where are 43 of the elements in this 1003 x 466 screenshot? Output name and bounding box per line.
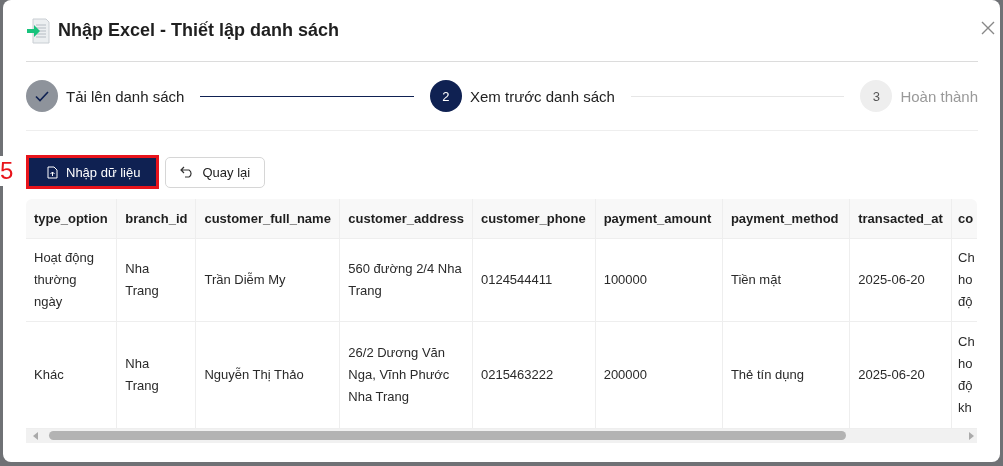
column-header: customer_address: [339, 199, 473, 238]
back-button[interactable]: Quay lại: [165, 156, 266, 188]
check-icon: [35, 90, 49, 102]
table-cell: 26/2 Dương Văn Nga, Vĩnh Phước Nha Trang: [339, 321, 473, 428]
file-upload-icon: [47, 165, 58, 179]
table-cell: Tiền mặt: [722, 238, 850, 321]
close-icon[interactable]: [980, 19, 996, 36]
table-cell: 2025-06-20: [849, 321, 952, 428]
column-header: payment_method: [722, 199, 850, 238]
column-header: customer_full_name: [195, 199, 340, 238]
table-cell: 0124544411: [472, 238, 596, 321]
scroll-right-icon[interactable]: [969, 431, 975, 440]
step-circle: 3: [860, 80, 893, 112]
undo-icon: [180, 166, 195, 178]
table-cell: 200000: [595, 321, 723, 428]
step-label: Xem trước danh sách: [469, 87, 615, 105]
table-cell: Khác: [26, 321, 117, 428]
step-circle: 2: [429, 80, 462, 112]
table-cell: 2025-06-20: [849, 238, 952, 321]
column-header: payment_amount: [595, 199, 723, 238]
table-cell: Nguyễn Thị Thảo: [195, 321, 340, 428]
spreadsheet-import-icon: [26, 17, 50, 44]
table-cell: Nha Trang: [116, 238, 196, 321]
table-cell: 100000: [595, 238, 723, 321]
step-label: Hoàn thành: [900, 87, 978, 105]
column-header: branch_id: [116, 199, 196, 238]
table-cell: Thẻ tín dụng: [722, 321, 850, 428]
column-header: type_option: [26, 199, 117, 238]
import-data-button[interactable]: Nhập dữ liệu: [29, 158, 157, 186]
column-header: co: [951, 199, 977, 238]
table-cell: Ch ho độ: [951, 238, 977, 321]
table-cell: Trần Diễm My: [195, 238, 340, 321]
column-header: transacted_at: [849, 199, 952, 238]
annotation-number: 5: [0, 156, 15, 186]
table-cell: Ch ho độ kh: [951, 321, 977, 428]
dialog-title: Nhập Excel - Thiết lập danh sách: [58, 20, 341, 41]
table-cell: 560 đường 2/4 Nha Trang: [339, 238, 473, 321]
scroll-left-icon[interactable]: [33, 431, 39, 440]
table-cell: Hoạt động thường ngày: [26, 238, 117, 321]
table-cell: 0215463222: [472, 321, 596, 428]
column-header: customer_phone: [472, 199, 596, 238]
table-cell: Nha Trang: [116, 321, 196, 428]
step-label: Tải lên danh sách: [66, 87, 185, 105]
